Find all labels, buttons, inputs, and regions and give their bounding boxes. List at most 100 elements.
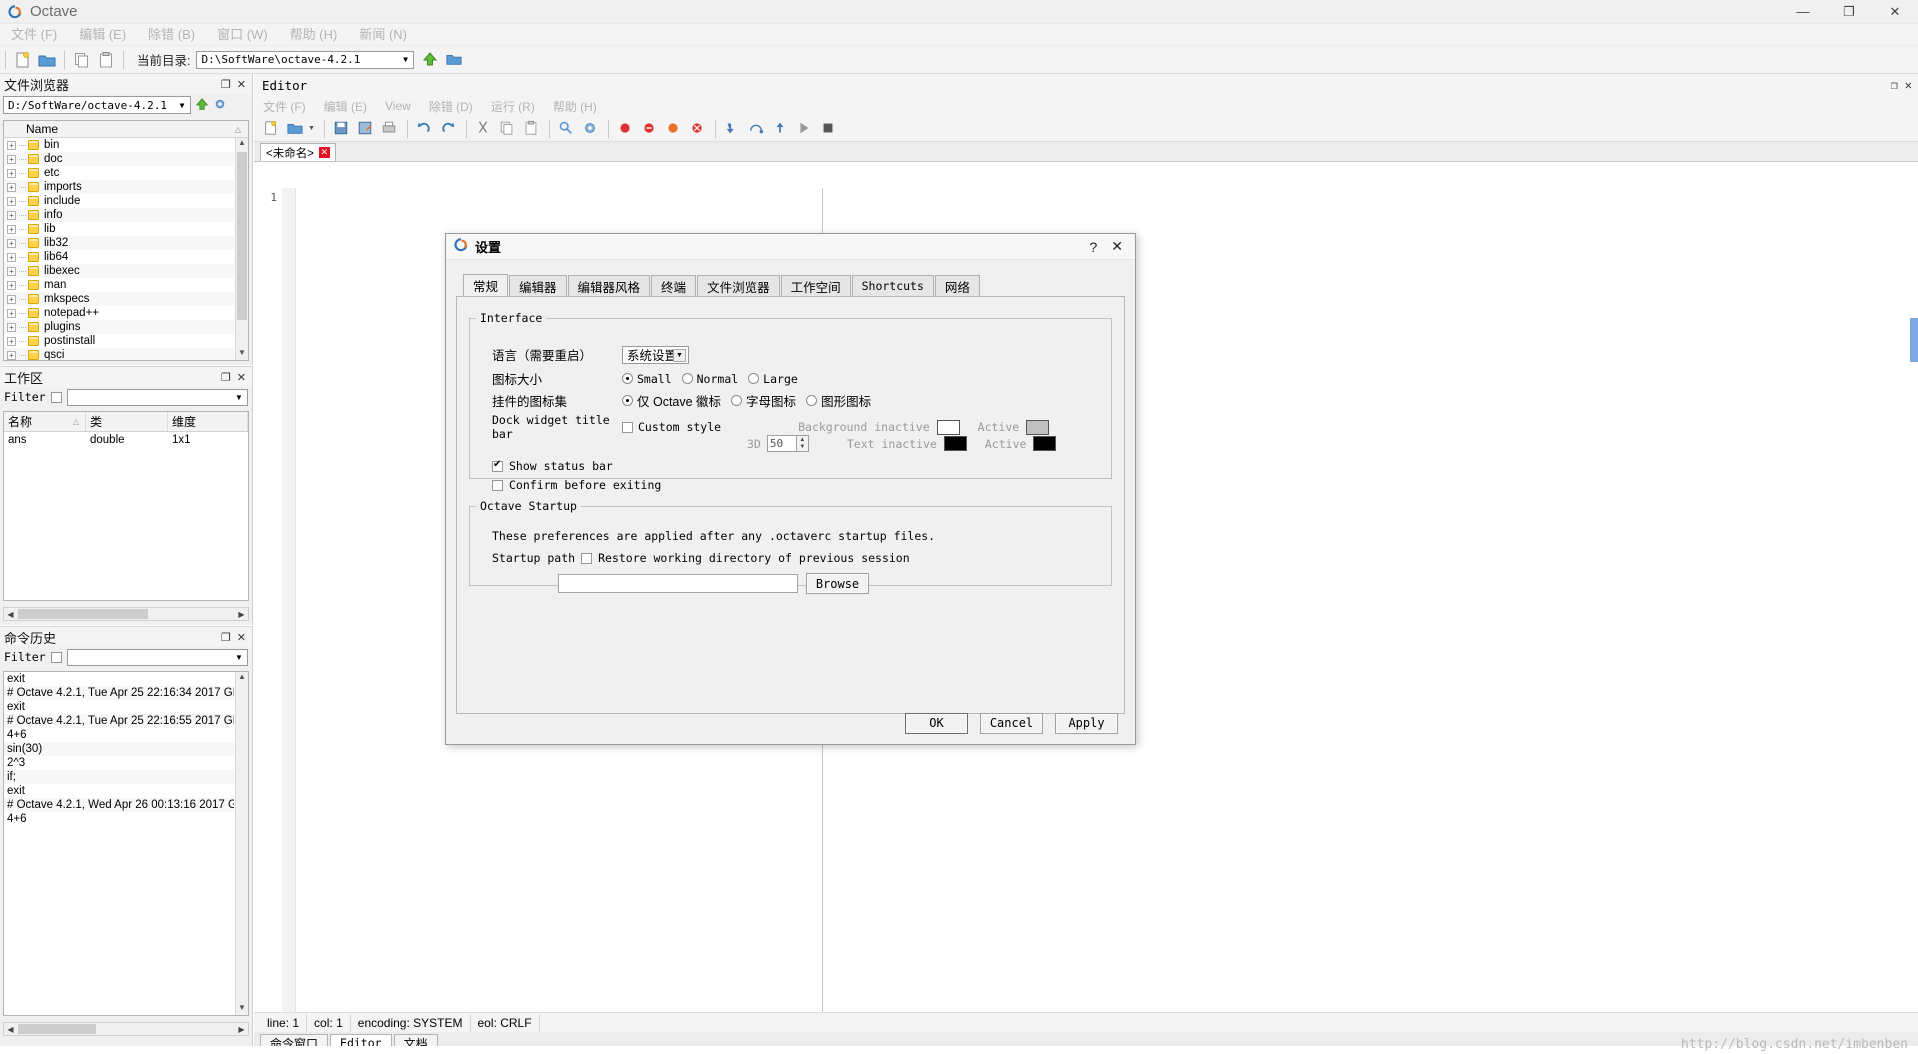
confirm-exit-checkbox[interactable] xyxy=(492,479,503,491)
file-browser-item[interactable]: + etc xyxy=(4,166,234,180)
undock-icon[interactable]: ❐ xyxy=(1891,78,1898,92)
tab-shortcuts[interactable]: Shortcuts xyxy=(851,275,934,296)
chevron-down-icon[interactable]: ▼ xyxy=(308,125,315,132)
expand-icon[interactable]: + xyxy=(7,322,16,332)
workspace-col-dimension[interactable]: 维度 xyxy=(168,412,248,431)
menu-news[interactable]: 新闻 (N) xyxy=(348,24,418,46)
save-as-icon[interactable] xyxy=(357,120,375,138)
radio-small[interactable] xyxy=(622,373,633,384)
editor-menu-edit[interactable]: 编辑 (E) xyxy=(315,98,376,115)
show-status-bar-checkbox[interactable] xyxy=(492,459,503,472)
cancel-button[interactable]: Cancel xyxy=(980,712,1043,734)
icon-size-option-small[interactable]: Small xyxy=(622,372,672,386)
browse-button[interactable]: Browse xyxy=(806,573,869,594)
icon-set-option-graphic[interactable]: 图形图标 xyxy=(806,391,871,410)
icon-size-option-large[interactable]: Large xyxy=(748,372,798,386)
expand-icon[interactable]: + xyxy=(7,168,16,178)
editor-fold-margin[interactable] xyxy=(282,188,296,1012)
editor-menu-help[interactable]: 帮助 (H) xyxy=(544,98,606,115)
icon-size-option-normal[interactable]: Normal xyxy=(681,372,738,386)
cut-icon[interactable] xyxy=(475,120,493,138)
custom-style-checkbox-row[interactable]: Custom style xyxy=(622,420,721,434)
radio-normal[interactable] xyxy=(681,373,693,384)
expand-icon[interactable]: + xyxy=(7,182,16,192)
chevron-down-icon[interactable]: ▼ xyxy=(231,650,247,666)
scroll-down-icon[interactable]: ▼ xyxy=(236,1003,248,1015)
expand-icon[interactable]: + xyxy=(7,154,16,164)
show-status-bar-row[interactable]: Show status bar xyxy=(492,459,613,473)
confirm-exit-row[interactable]: Confirm before exiting xyxy=(492,478,661,492)
folder-browse-icon[interactable] xyxy=(446,51,464,69)
scroll-left-icon[interactable]: ◀ xyxy=(4,1023,17,1035)
file-browser-item[interactable]: + info xyxy=(4,208,234,222)
tab-editor[interactable]: 编辑器 xyxy=(509,275,567,296)
workspace-col-name[interactable]: 名称 △ xyxy=(4,412,86,431)
scroll-right-icon[interactable]: ▶ xyxy=(235,608,248,620)
radio-octave-logo[interactable] xyxy=(622,395,633,406)
step-in-icon[interactable] xyxy=(724,120,742,138)
scroll-right-icon[interactable]: ▶ xyxy=(235,1023,248,1035)
restore-directory-checkbox[interactable] xyxy=(581,552,593,564)
chevron-down-icon[interactable]: ▼ xyxy=(673,348,686,362)
file-browser-item[interactable]: + notepad++ xyxy=(4,306,234,320)
scrollbar-track[interactable] xyxy=(237,686,247,786)
threeD-spinner-buttons[interactable]: ▲ ▼ xyxy=(796,435,809,452)
editor-tab-untitled[interactable]: <未命名> ✕ xyxy=(260,143,336,161)
radio-large[interactable] xyxy=(748,373,760,384)
minimize-button[interactable]: — xyxy=(1780,0,1826,24)
spinner-down-icon[interactable]: ▼ xyxy=(797,444,808,452)
menu-debug[interactable]: 除错 (B) xyxy=(137,24,206,46)
chevron-down-icon[interactable]: ▼ xyxy=(174,97,190,113)
close-icon[interactable]: ✕ xyxy=(237,371,246,384)
up-arrow-icon[interactable] xyxy=(195,97,209,114)
expand-icon[interactable]: + xyxy=(7,336,16,346)
stop-icon[interactable] xyxy=(820,120,838,138)
spinner-up-icon[interactable]: ▲ xyxy=(797,436,808,444)
tab-general[interactable]: 常规 xyxy=(463,274,509,296)
command-history-item[interactable]: # Octave 4.2.1, Wed Apr 26 00:13:16 2017… xyxy=(4,798,234,812)
up-arrow-icon[interactable] xyxy=(422,51,440,69)
icon-set-option-letter[interactable]: 字母图标 xyxy=(731,391,796,410)
close-icon[interactable]: ✕ xyxy=(1111,238,1123,255)
undock-icon[interactable]: ❐ xyxy=(221,371,231,384)
threeD-spinner-value[interactable]: 50 xyxy=(766,435,797,452)
file-browser-item[interactable]: + lib64 xyxy=(4,250,234,264)
scroll-up-icon[interactable]: ▲ xyxy=(236,138,248,150)
scrollbar-thumb[interactable] xyxy=(237,152,247,320)
expand-icon[interactable]: + xyxy=(7,266,16,276)
file-browser-column-header[interactable]: Name △ xyxy=(4,121,248,138)
print-icon[interactable] xyxy=(381,120,399,138)
breakpoint-icon[interactable] xyxy=(617,120,635,138)
editor-menu-run[interactable]: 运行 (R) xyxy=(482,98,544,115)
file-browser-item[interactable]: + lib xyxy=(4,222,234,236)
command-history-filter-checkbox[interactable] xyxy=(50,651,62,663)
redo-icon[interactable] xyxy=(440,120,458,138)
expand-icon[interactable]: + xyxy=(7,350,16,360)
editor-menu-debug[interactable]: 除错 (D) xyxy=(420,98,482,115)
close-icon[interactable]: ✕ xyxy=(318,147,330,158)
menu-help[interactable]: 帮助 (H) xyxy=(279,24,349,46)
paste-icon[interactable] xyxy=(523,120,541,138)
ok-button[interactable]: OK xyxy=(905,712,968,734)
chevron-down-icon[interactable]: ▼ xyxy=(397,52,413,68)
help-button[interactable]: ? xyxy=(1089,239,1097,255)
command-history-item[interactable]: exit xyxy=(4,672,234,686)
expand-icon[interactable]: + xyxy=(7,308,16,318)
close-icon[interactable]: ✕ xyxy=(237,631,246,644)
expand-icon[interactable]: + xyxy=(7,252,16,262)
find-replace-icon[interactable] xyxy=(558,120,576,138)
command-history-item[interactable]: exit xyxy=(4,700,234,714)
startup-path-input[interactable] xyxy=(558,574,798,593)
step-out-icon[interactable] xyxy=(772,120,790,138)
workspace-filter-input[interactable]: ▼ xyxy=(66,388,248,406)
file-browser-item[interactable]: + doc xyxy=(4,152,234,166)
text-inactive-swatch[interactable] xyxy=(943,436,967,451)
scroll-left-icon[interactable]: ◀ xyxy=(4,608,17,620)
editor-menu-file[interactable]: 文件 (F) xyxy=(254,98,315,115)
copy-icon[interactable] xyxy=(499,120,517,138)
file-browser-vertical-scrollbar[interactable]: ▲ ▼ xyxy=(235,138,248,360)
preferences-icon[interactable] xyxy=(582,120,600,138)
file-browser-item[interactable]: + libexec xyxy=(4,264,234,278)
paste-icon[interactable] xyxy=(97,51,115,69)
threeD-spinner[interactable]: 50 ▲ ▼ xyxy=(766,435,809,452)
